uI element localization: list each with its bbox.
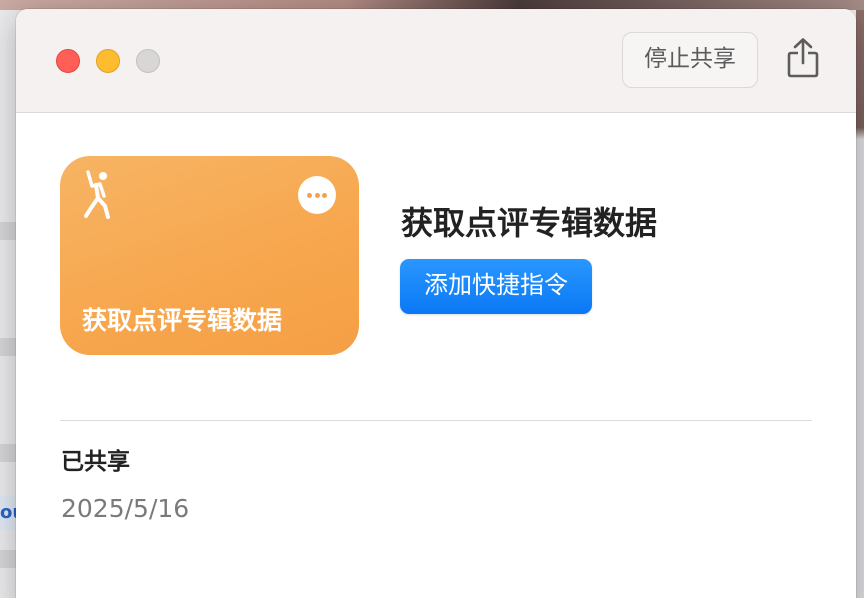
shortcut-title: 获取点评专辑数据 xyxy=(401,204,658,242)
more-dot xyxy=(307,193,312,198)
shortcut-card[interactable]: 获取点评专辑数据 xyxy=(60,156,359,355)
card-title: 获取点评专辑数据 xyxy=(82,306,283,335)
more-options-button[interactable] xyxy=(298,176,336,214)
add-shortcut-button[interactable]: 添加快捷指令 xyxy=(400,259,592,314)
divider xyxy=(60,420,812,421)
shortcut-share-window: 停止共享 获取点评专辑数据 获取点评专辑数据 添加快捷指令 已共享 2025/5… xyxy=(16,9,856,598)
background-stripe xyxy=(0,222,16,240)
close-window-button[interactable] xyxy=(56,49,80,73)
background-stripe xyxy=(0,550,16,568)
titlebar: 停止共享 xyxy=(16,9,856,113)
person-dancing-icon xyxy=(84,170,110,219)
shared-date: 2025/5/16 xyxy=(61,494,190,523)
shared-label: 已共享 xyxy=(61,449,130,475)
background-stripe xyxy=(0,444,16,462)
background-stripe xyxy=(0,338,16,356)
more-dot xyxy=(322,193,327,198)
more-dot xyxy=(314,193,320,198)
minimize-window-button[interactable] xyxy=(96,49,120,73)
zoom-window-button[interactable] xyxy=(136,49,160,73)
share-icon[interactable] xyxy=(786,37,820,79)
stop-sharing-button[interactable]: 停止共享 xyxy=(622,32,758,88)
background-window-edge-right xyxy=(856,10,864,598)
background-partial-text: ou xyxy=(0,496,16,530)
background-window-edge: ou xyxy=(0,10,16,598)
